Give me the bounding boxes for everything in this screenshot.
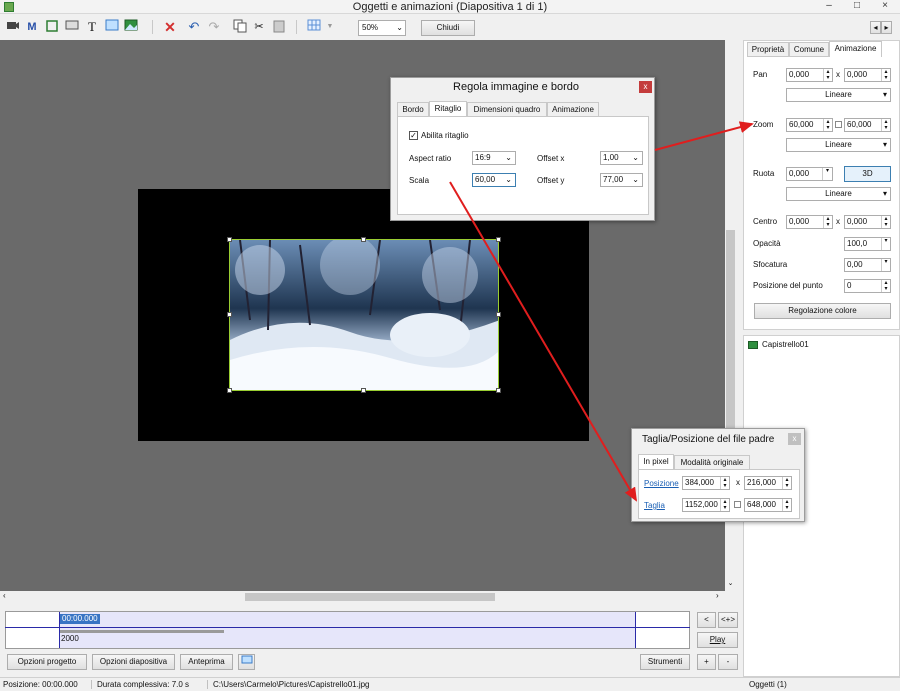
- status-duration: Durata complessiva: 7.0 s: [97, 680, 190, 689]
- status-file-path: C:\Users\Carmelo\Pictures\Capistrello01.…: [213, 680, 370, 689]
- annotation-arrows: [449, 121, 754, 502]
- status-bar: Posizione: 00:00.000 Durata complessiva:…: [0, 677, 900, 690]
- timeline-add-button[interactable]: <+>: [718, 612, 738, 628]
- play-button[interactable]: Play: [697, 632, 738, 648]
- add-button[interactable]: +: [697, 654, 716, 670]
- timeline-time: 00:00.000: [60, 614, 100, 624]
- timeline: 00:00.000 2000 < <+> Play: [0, 604, 738, 652]
- arrow-to-taglia: [449, 181, 638, 502]
- timeline-end-marker[interactable]: [635, 612, 636, 648]
- timeline-divider: [5, 627, 690, 628]
- timeline-progress: [59, 630, 224, 633]
- preview-button[interactable]: Anteprima: [180, 654, 233, 670]
- separator: [91, 680, 92, 689]
- timeline-prev-button[interactable]: <: [697, 612, 716, 628]
- remove-button[interactable]: -: [718, 654, 738, 670]
- arrow-to-zoom: [654, 121, 754, 151]
- tools-button[interactable]: Strumenti: [640, 654, 690, 670]
- screen-icon[interactable]: [238, 654, 255, 670]
- project-options-button[interactable]: Opzioni progetto: [7, 654, 87, 670]
- separator: [207, 680, 208, 689]
- status-position: Posizione: 00:00.000: [3, 680, 78, 689]
- slide-options-button[interactable]: Opzioni diapositiva: [92, 654, 175, 670]
- timeline-value: 2000: [61, 634, 79, 643]
- status-objects-count: Oggetti (1): [749, 680, 787, 689]
